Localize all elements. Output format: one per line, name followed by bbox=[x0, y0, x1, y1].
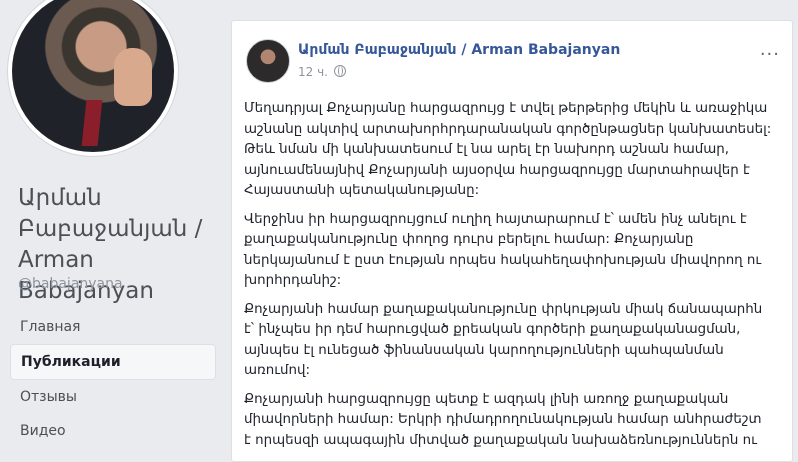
profile-photo-hand bbox=[114, 48, 152, 106]
nav-item-videos[interactable]: Видео bbox=[10, 414, 216, 448]
post-timestamp[interactable]: 12 ч. bbox=[298, 65, 328, 79]
more-options-icon[interactable]: ... bbox=[760, 39, 780, 60]
page-sidebar: Արման Բաբաջանյան / Arman Babajanyan @bab… bbox=[0, 0, 225, 450]
post-author-avatar[interactable] bbox=[246, 39, 290, 83]
profile-photo[interactable] bbox=[8, 0, 178, 156]
post-card: Արման Բաբաջանյան / Arman Babajanyan 12 ч… bbox=[231, 20, 793, 462]
post-paragraph: Վերջինս իր հարցազրույցում ուղիղ հայտարար… bbox=[244, 211, 762, 289]
post-meta: 12 ч. bbox=[298, 65, 346, 79]
post-author-name[interactable]: Արման Բաբաջանյան / Arman Babajanyan bbox=[298, 42, 620, 58]
profile-photo-tie bbox=[81, 100, 103, 146]
page-nav: Главная Публикации Отзывы Видео bbox=[10, 310, 216, 448]
profile-handle[interactable]: @babajanyana bbox=[18, 276, 123, 292]
post-paragraph: Մեղադրյալ Քոչարյանը հարցազրույց է տվել թ… bbox=[244, 101, 772, 198]
profile-photo-image bbox=[12, 0, 174, 152]
post-paragraph: Քոչարյանի հարցազրույցը պետք է ազդակ լինի… bbox=[244, 391, 762, 448]
post-body: Մեղադրյալ Քոչարյանը հարցազրույց է տվել թ… bbox=[244, 99, 772, 459]
post-paragraph: Քոչարյանի համար քաղաքականությունը փրկութ… bbox=[244, 301, 763, 379]
nav-item-home[interactable]: Главная bbox=[10, 310, 216, 344]
nav-item-posts[interactable]: Публикации bbox=[10, 344, 216, 380]
globe-icon bbox=[334, 65, 346, 77]
nav-item-reviews[interactable]: Отзывы bbox=[10, 380, 216, 414]
